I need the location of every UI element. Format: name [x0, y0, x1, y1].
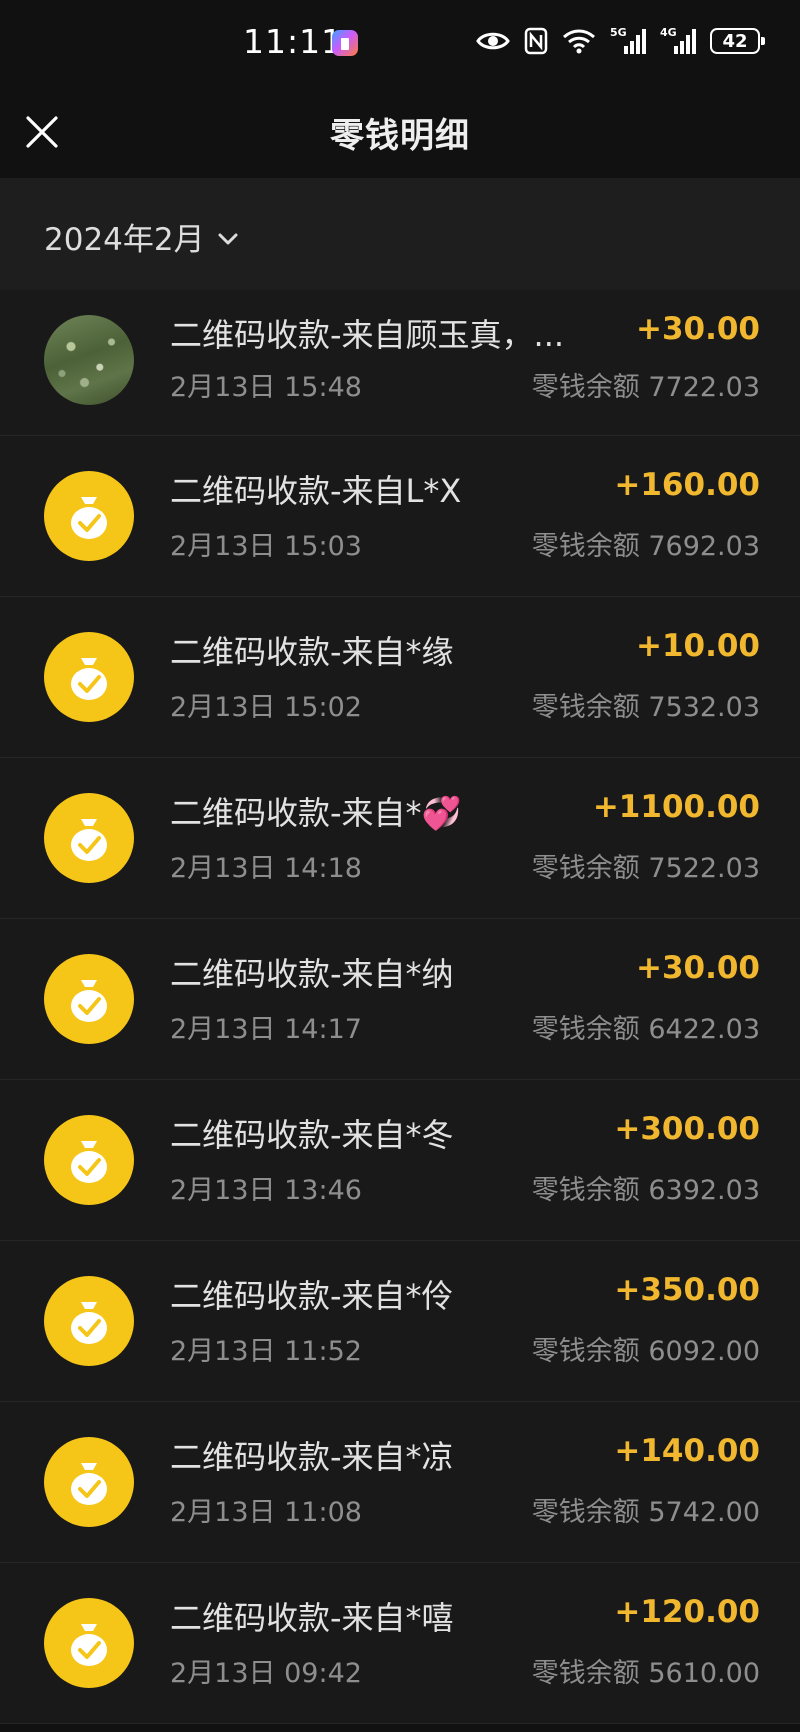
- transaction-title: 二维码收款-来自*缘: [170, 633, 454, 671]
- transaction-amount: +10.00: [635, 628, 760, 664]
- transaction-amount: +300.00: [614, 1111, 760, 1147]
- eye-icon: [476, 32, 510, 50]
- transaction-amount: +350.00: [614, 1272, 760, 1308]
- money-bag-icon: [44, 471, 134, 561]
- wifi-icon: [563, 29, 595, 54]
- transaction-title: 二维码收款-来自*嘻: [170, 1599, 454, 1637]
- status-icons: 5G 4G 42: [476, 26, 765, 56]
- transaction-title: 二维码收款-来自L*X: [170, 472, 462, 510]
- user-photo-avatar: [44, 315, 134, 405]
- transaction-time: 2月13日 11:08: [170, 1497, 362, 1528]
- money-bag-icon: [44, 1276, 134, 1366]
- transaction-balance: 零钱余额 5610.00: [531, 1658, 760, 1689]
- transaction-balance: 零钱余额 6092.00: [531, 1336, 760, 1367]
- signal-5g-icon: 5G: [610, 26, 646, 56]
- transaction-amount: +1100.00: [592, 789, 760, 825]
- page-title: 零钱明细: [330, 116, 470, 156]
- transaction-title: 二维码收款-来自*冬: [170, 1116, 454, 1154]
- transaction-amount: +120.00: [614, 1594, 760, 1630]
- transaction-balance: 零钱余额 5742.00: [531, 1497, 760, 1528]
- transaction-time: 2月13日 15:48: [170, 372, 362, 403]
- month-label: 2024年2月: [44, 222, 205, 258]
- transaction-list: 二维码收款-来自顾玉真，... 2月13日 15:48 +30.00 零钱余额 772…: [0, 290, 800, 1724]
- transaction-balance: 零钱余额 6392.03: [531, 1175, 760, 1206]
- transaction-time: 2月13日 11:52: [170, 1336, 362, 1367]
- app-notification-icon: [332, 30, 358, 56]
- transaction-time: 2月13日 15:03: [170, 531, 362, 562]
- transaction-balance: 零钱余额 7692.03: [531, 531, 760, 562]
- transaction-row[interactable]: 二维码收款-来自*凉 2月13日 11:08 +140.00 零钱余额 5742.00: [0, 1402, 800, 1563]
- signal-4g-icon: 4G: [660, 26, 696, 56]
- status-bar: 11:11 5G 4G 42: [0, 0, 800, 88]
- transaction-row[interactable]: 二维码收款-来自*纳 2月13日 14:17 +30.00 零钱余额 6422.03: [0, 919, 800, 1080]
- transaction-balance: 零钱余额 7522.03: [531, 853, 760, 884]
- transaction-title: 二维码收款-来自*💞: [170, 794, 462, 832]
- money-bag-icon: [44, 1437, 134, 1527]
- transaction-row[interactable]: 二维码收款-来自*嘻 2月13日 09:42 +120.00 零钱余额 5610.00: [0, 1563, 800, 1724]
- transaction-title: 二维码收款-来自*凉: [170, 1438, 454, 1476]
- money-bag-icon: [44, 954, 134, 1044]
- battery-icon: 42: [710, 28, 765, 54]
- transaction-balance: 零钱余额 7532.03: [531, 692, 760, 723]
- transaction-time: 2月13日 15:02: [170, 692, 362, 723]
- transaction-title: 二维码收款-来自*纳: [170, 955, 454, 993]
- transaction-row[interactable]: 二维码收款-来自*💞 2月13日 14:18 +1100.00 零钱余额 7522.0…: [0, 758, 800, 919]
- money-bag-icon: [44, 793, 134, 883]
- transaction-amount: +160.00: [614, 467, 760, 503]
- transaction-balance: 零钱余额 7722.03: [531, 372, 760, 403]
- money-bag-icon: [44, 632, 134, 722]
- transaction-time: 2月13日 09:42: [170, 1658, 362, 1689]
- transaction-row[interactable]: 二维码收款-来自*冬 2月13日 13:46 +300.00 零钱余额 6392.03: [0, 1080, 800, 1241]
- transaction-time: 2月13日 14:18: [170, 853, 362, 884]
- transaction-time: 2月13日 13:46: [170, 1175, 362, 1206]
- transaction-amount: +30.00: [635, 311, 760, 347]
- title-bar: 零钱明细: [0, 88, 800, 178]
- transaction-amount: +140.00: [614, 1433, 760, 1469]
- money-bag-icon: [44, 1115, 134, 1205]
- nfc-icon: [524, 27, 548, 55]
- status-time: 11:11: [243, 22, 344, 61]
- money-bag-icon: [44, 1598, 134, 1688]
- transaction-time: 2月13日 14:17: [170, 1014, 362, 1045]
- chevron-down-icon: [218, 233, 238, 244]
- transaction-balance: 零钱余额 6422.03: [531, 1014, 760, 1045]
- transaction-row[interactable]: 二维码收款-来自顾玉真，... 2月13日 15:48 +30.00 零钱余额 772…: [0, 290, 800, 436]
- month-selector[interactable]: 2024年2月: [44, 214, 239, 259]
- month-filter-bar: 2024年2月: [0, 178, 800, 290]
- transaction-row[interactable]: 二维码收款-来自*伶 2月13日 11:52 +350.00 零钱余额 6092.00: [0, 1241, 800, 1402]
- transaction-row[interactable]: 二维码收款-来自*缘 2月13日 15:02 +10.00 零钱余额 7532.03: [0, 597, 800, 758]
- transaction-amount: +30.00: [635, 950, 760, 986]
- transaction-title: 二维码收款-来自顾玉真，...: [170, 316, 565, 354]
- transaction-title: 二维码收款-来自*伶: [170, 1277, 454, 1315]
- transaction-row[interactable]: 二维码收款-来自L*X 2月13日 15:03 +160.00 零钱余额 7692.0…: [0, 436, 800, 597]
